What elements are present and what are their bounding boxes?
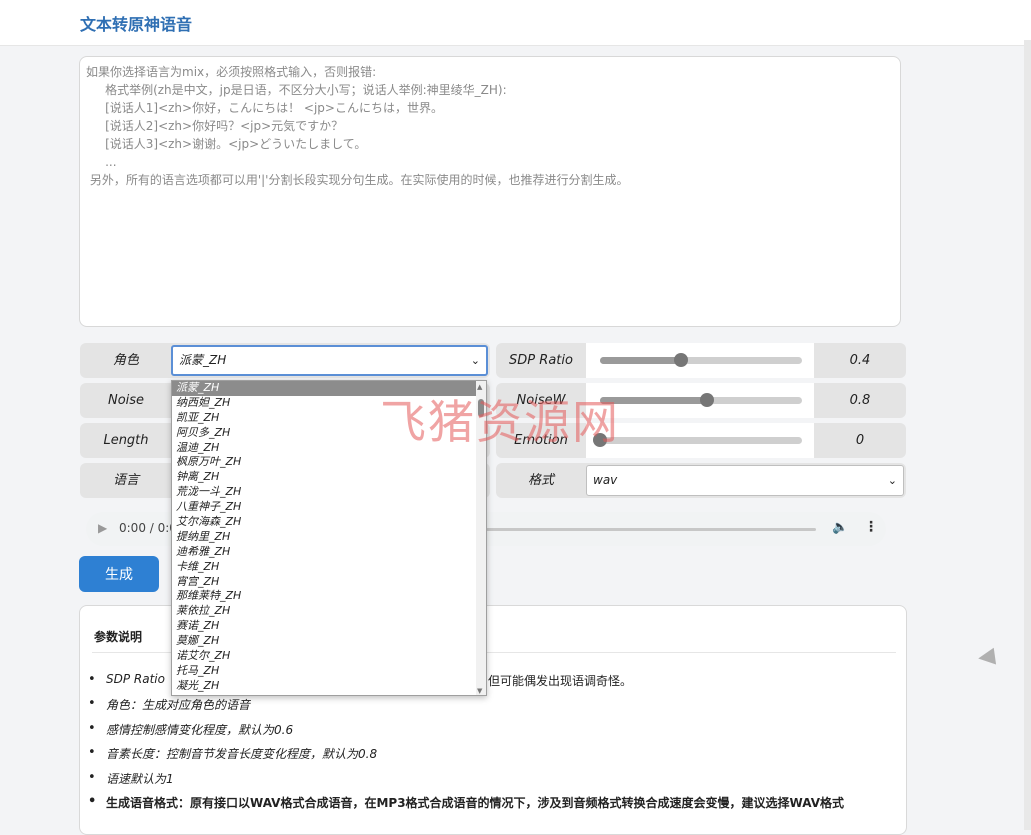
param-speed: 语速默认为1 (88, 770, 174, 787)
speaker-select-value: 派蒙_ZH (179, 353, 227, 367)
emotion-value[interactable]: 0 (814, 423, 906, 458)
noisew-slider[interactable] (600, 393, 802, 407)
params-title: 参数说明 (94, 630, 143, 644)
chevron-down-icon: ⌄ (470, 354, 480, 367)
format-select[interactable]: wav ⌄ (586, 465, 904, 496)
noisew-value[interactable]: 0.8 (814, 383, 906, 418)
speaker-option[interactable]: 提纳里_ZH (172, 530, 486, 545)
emotion-slider-area (586, 423, 814, 458)
noisew-slider-thumb[interactable] (700, 393, 715, 407)
noise-label: Noise (107, 393, 145, 408)
speaker-label: 角色 (112, 353, 139, 368)
top-bar: 文本转原神语音 (0, 0, 1031, 46)
volume-icon[interactable]: 🔈 (832, 520, 848, 535)
param-speaker: 角色：生成对应角色的语音 (88, 696, 250, 713)
speaker-option[interactable]: 卡维_ZH (172, 560, 486, 575)
format-select-value: wav (593, 473, 618, 487)
sdp-ratio-label: SDP Ratio (509, 353, 573, 368)
audio-time: 0:00 / 0:0 (119, 521, 177, 535)
speaker-option[interactable]: 枫原万叶_ZH (172, 455, 486, 470)
format-row: 格式 wav ⌄ (496, 463, 906, 498)
speaker-option[interactable]: 艾尔海森_ZH (172, 515, 486, 530)
sdp-ratio-value[interactable]: 0.4 (814, 343, 906, 378)
param-emotion: 感情控制感情变化程度，默认为0.6 (88, 721, 293, 738)
speaker-option[interactable]: 莱依拉_ZH (172, 604, 486, 619)
param-format: 生成语音格式：原有接口以WAV格式合成语音，在MP3格式合成语音的情况下，涉及到… (88, 794, 844, 811)
format-label: 格式 (527, 473, 554, 488)
scroll-down-icon[interactable]: ▼ (477, 687, 482, 695)
speaker-row: 角色 派蒙_ZH ⌄ (80, 343, 490, 378)
sdp-ratio-slider-area (586, 343, 814, 378)
param-sdp-ratio-tail: 但可能偶发出现语调奇怪。 (470, 672, 632, 689)
param-sdp-ratio: SDP Ratio (88, 672, 165, 687)
text-input[interactable]: 如果你选择语言为mix，必须按照格式输入，否则报错: 格式举例(zh是中文，jp… (79, 56, 901, 327)
noisew-slider-area (586, 383, 814, 418)
sdp-ratio-row: SDP Ratio 0.4 (496, 343, 906, 378)
chevron-down-icon: ⌄ (887, 474, 897, 487)
sdp-ratio-slider-thumb[interactable] (673, 353, 688, 367)
language-label: 语言 (112, 473, 139, 488)
length-label: Length (103, 433, 149, 448)
speaker-option[interactable]: 莫娜_ZH (172, 634, 486, 649)
speaker-option[interactable]: 钟离_ZH (172, 470, 486, 485)
speaker-option[interactable]: 荒泷一斗_ZH (172, 485, 486, 500)
speaker-option[interactable]: 赛诺_ZH (172, 619, 486, 634)
speaker-option[interactable]: 迪希雅_ZH (172, 545, 486, 560)
sdp-ratio-slider[interactable] (600, 353, 802, 367)
more-options-icon[interactable]: ⋮ (864, 519, 878, 535)
sdp-ratio-slider-fill (600, 357, 681, 364)
emotion-slider[interactable] (593, 433, 802, 447)
audio-progress-bar[interactable] (486, 528, 816, 531)
generate-button[interactable]: 生成 (79, 556, 159, 592)
app-title: 文本转原神语音 (80, 15, 193, 34)
speaker-option[interactable]: 那维莱特_ZH (172, 589, 486, 604)
speaker-option[interactable]: 八重神子_ZH (172, 500, 486, 515)
param-length: 音素长度：控制音节发音长度变化程度，默认为0.8 (88, 745, 377, 762)
cursor-icon: ◀ (976, 642, 997, 671)
speaker-option[interactable]: 托马_ZH (172, 664, 486, 679)
page-scrollbar[interactable] (1024, 40, 1031, 830)
play-icon[interactable]: ▶ (98, 521, 107, 535)
speaker-option[interactable]: 凝光_ZH (172, 679, 486, 694)
speaker-option[interactable]: 诺艾尔_ZH (172, 649, 486, 664)
speaker-option[interactable]: 宵宫_ZH (172, 575, 486, 590)
watermark: 飞猪资源网 (380, 395, 620, 449)
speaker-select[interactable]: 派蒙_ZH ⌄ (171, 345, 488, 376)
